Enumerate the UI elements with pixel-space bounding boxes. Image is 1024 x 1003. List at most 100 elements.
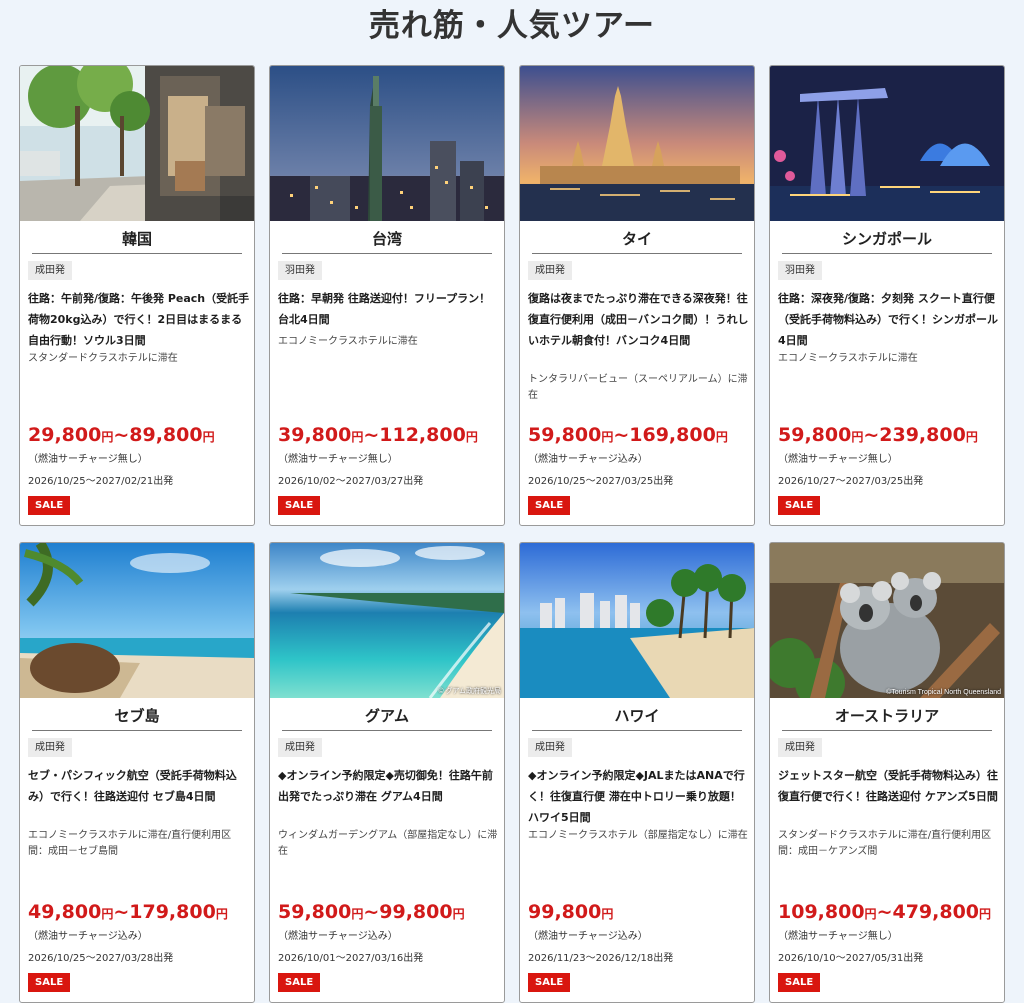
tour-card[interactable]: セブ島成田発セブ・パシフィック航空（受託手荷物料込み）で行く！往路送迎付 セブ島…	[19, 542, 255, 1003]
tour-card[interactable]: ハワイ成田発 ◆オンライン予約限定◆JALまたはANAで行く！往復直行便 滞在中ト…	[519, 542, 755, 1003]
tour-card[interactable]: ©Tourism Tropical North Queensland オーストラリ…	[769, 542, 1005, 1003]
fuel-surcharge-note: （燃油サーチャージ込み）	[528, 454, 648, 465]
price-range-sep: ~	[876, 901, 893, 923]
photo-credit: © グアム政府観光局	[438, 688, 501, 695]
fuel-surcharge-note: （燃油サーチャージ込み）	[28, 931, 148, 942]
tour-photo[interactable]	[520, 66, 754, 221]
tour-title[interactable]: 往路：深夜発/復路：夕刻発 スクート直行便（受託手荷物料込み）で行く！シンガポー…	[778, 288, 1000, 351]
tour-title[interactable]: ジェットスター航空（受託手荷物料込み）往復直行便で行く！往路送迎付 ケアンズ5日…	[778, 765, 1000, 807]
price: 29,800円~89,800円	[28, 423, 254, 449]
fuel-surcharge-note: （燃油サーチャージ込み）	[528, 931, 648, 942]
price: 59,800円~239,800円	[778, 423, 1004, 449]
photo-credit: ©Tourism Tropical North Queensland	[886, 689, 1001, 696]
price-range-sep: ~	[363, 424, 380, 446]
price-max: 99,800	[379, 901, 453, 923]
tour-grid: 韓国 成田発 往路：午前発/復路：午後発 Peach（受託手荷物20kg込み）で行く…	[0, 0, 1024, 1003]
tour-title[interactable]: ◆オンライン予約限定◆JALまたはANAで行く！往復直行便 滞在中トロリー乗り放…	[528, 765, 750, 828]
tour-card[interactable]: 韓国 成田発 往路：午前発/復路：午後発 Peach（受託手荷物20kg込み）で行く…	[19, 65, 255, 526]
departure-period: 2026/10/25～2027/03/28出発	[28, 953, 174, 964]
departure-badge: 羽田発	[778, 261, 822, 280]
price-range-sep: ~	[113, 901, 130, 923]
price-range-sep: ~	[363, 901, 380, 923]
hotel-info: スタンダードクラスホテルに滞在/直行便利用区間：成田－ケアンズ間	[778, 830, 992, 857]
departure-badge: 成田発	[778, 738, 822, 757]
destination-name: 台湾	[282, 229, 492, 254]
yen-unit: 円	[215, 907, 228, 921]
price-max: 89,800	[129, 424, 203, 446]
price: 59,800円~169,800円	[528, 423, 754, 449]
sale-badge: SALE	[528, 496, 571, 515]
price-min: 49,800	[28, 901, 102, 923]
tour-photo[interactable]	[770, 66, 1004, 221]
destination-name: グアム	[282, 706, 492, 731]
price: 49,800円~179,800円	[28, 900, 254, 926]
tour-title[interactable]: ◆オンライン予約限定◆売切御免！往路午前出発でたっぷり滞在 グアム4日間	[278, 765, 500, 807]
price-range-sep: ~	[863, 424, 880, 446]
departure-period: 2026/10/25～2027/02/21出発	[28, 476, 174, 487]
yen-unit: 円	[351, 430, 364, 444]
price-max: 179,800	[129, 901, 216, 923]
price-max: 169,800	[629, 424, 716, 446]
yen-unit: 円	[979, 907, 992, 921]
fuel-surcharge-note: （燃油サーチャージ無し）	[778, 454, 898, 465]
sale-badge: SALE	[778, 973, 821, 992]
tour-photo[interactable]: ©Tourism Tropical North Queensland	[770, 543, 1004, 698]
price-min: 59,800	[528, 424, 602, 446]
price: 109,800円~479,800円	[778, 900, 1004, 926]
tour-card[interactable]: タイ 成田発 復路は夜までたっぷり滞在できる深夜発！往復直行便利用（成田－バンコク間…	[519, 65, 755, 526]
tour-card[interactable]: © グアム政府観光局 グアム 成田発 ◆オンライン予約限定◆売切御免！往路午前出発でた…	[269, 542, 505, 1003]
hotel-info: エコノミークラスホテルに滞在	[778, 353, 918, 364]
tour-title[interactable]: 復路は夜までたっぷり滞在できる深夜発！往復直行便利用（成田－バンコク間）！うれし…	[528, 288, 750, 351]
tour-card[interactable]: 台湾 羽田発 往路：早朝発 往路送迎付！フリープラン！台北4日間 エコノミークラスホテ…	[269, 65, 505, 526]
hotel-info: エコノミークラスホテル（部屋指定なし）に滞在	[528, 830, 748, 841]
price-max: 112,800	[379, 424, 466, 446]
yen-unit: 円	[452, 907, 465, 921]
destination-name: シンガポール	[782, 229, 992, 254]
departure-period: 2026/10/25～2027/03/25出発	[528, 476, 674, 487]
departure-period: 2026/10/01～2027/03/16出発	[278, 953, 424, 964]
departure-badge: 成田発	[528, 738, 572, 757]
price-min: 39,800	[278, 424, 352, 446]
yen-unit: 円	[351, 907, 364, 921]
tour-photo[interactable]: © グアム政府観光局	[270, 543, 504, 698]
yen-unit: 円	[465, 430, 478, 444]
destination-name: ハワイ	[532, 706, 742, 731]
yen-unit: 円	[101, 430, 114, 444]
sale-badge: SALE	[528, 973, 571, 992]
tour-card[interactable]: シンガポール羽田発往路：深夜発/復路：夕刻発 スクート直行便（受託手荷物料込み）…	[769, 65, 1005, 526]
departure-period: 2026/11/23～2026/12/18出発	[528, 953, 674, 964]
departure-badge: 成田発	[28, 738, 72, 757]
price-min: 109,800	[778, 901, 865, 923]
tour-title[interactable]: セブ・パシフィック航空（受託手荷物料込み）で行く！往路送迎付 セブ島4日間	[28, 765, 250, 807]
yen-unit: 円	[601, 907, 614, 921]
sale-badge: SALE	[278, 973, 321, 992]
yen-unit: 円	[601, 430, 614, 444]
hotel-info: ウィンダムガーデングアム（部屋指定なし）に滞在	[278, 830, 498, 857]
fuel-surcharge-note: （燃油サーチャージ無し）	[278, 454, 398, 465]
sale-badge: SALE	[28, 496, 71, 515]
tour-photo[interactable]	[520, 543, 754, 698]
tour-photo[interactable]	[270, 66, 504, 221]
price-min: 59,800	[278, 901, 352, 923]
departure-period: 2026/10/02～2027/03/27出発	[278, 476, 424, 487]
tour-photo[interactable]	[20, 66, 254, 221]
destination-name: セブ島	[32, 706, 242, 731]
departure-badge: 成田発	[28, 261, 72, 280]
yen-unit: 円	[202, 430, 215, 444]
price-min: 29,800	[28, 424, 102, 446]
hotel-info: エコノミークラスホテルに滞在/直行便利用区間：成田－セブ島間	[28, 830, 232, 857]
price-min: 99,800	[528, 901, 602, 923]
fuel-surcharge-note: （燃油サーチャージ無し）	[778, 931, 898, 942]
departure-period: 2026/10/27～2027/03/25出発	[778, 476, 924, 487]
price-range-sep: ~	[613, 424, 630, 446]
tour-title[interactable]: 往路：午前発/復路：午後発 Peach（受託手荷物20kg込み）で行く！2日目は…	[28, 288, 250, 351]
yen-unit: 円	[965, 430, 978, 444]
price-max: 239,800	[879, 424, 966, 446]
sale-badge: SALE	[278, 496, 321, 515]
tour-title[interactable]: 往路：早朝発 往路送迎付！フリープラン！台北4日間	[278, 288, 500, 330]
tour-photo[interactable]	[20, 543, 254, 698]
price: 99,800円	[528, 900, 754, 926]
fuel-surcharge-note: （燃油サーチャージ無し）	[28, 454, 148, 465]
hotel-info: トンタラリバービュー（スーペリアルーム）に滞在	[528, 374, 748, 401]
hotel-info: エコノミークラスホテルに滞在	[278, 336, 418, 347]
